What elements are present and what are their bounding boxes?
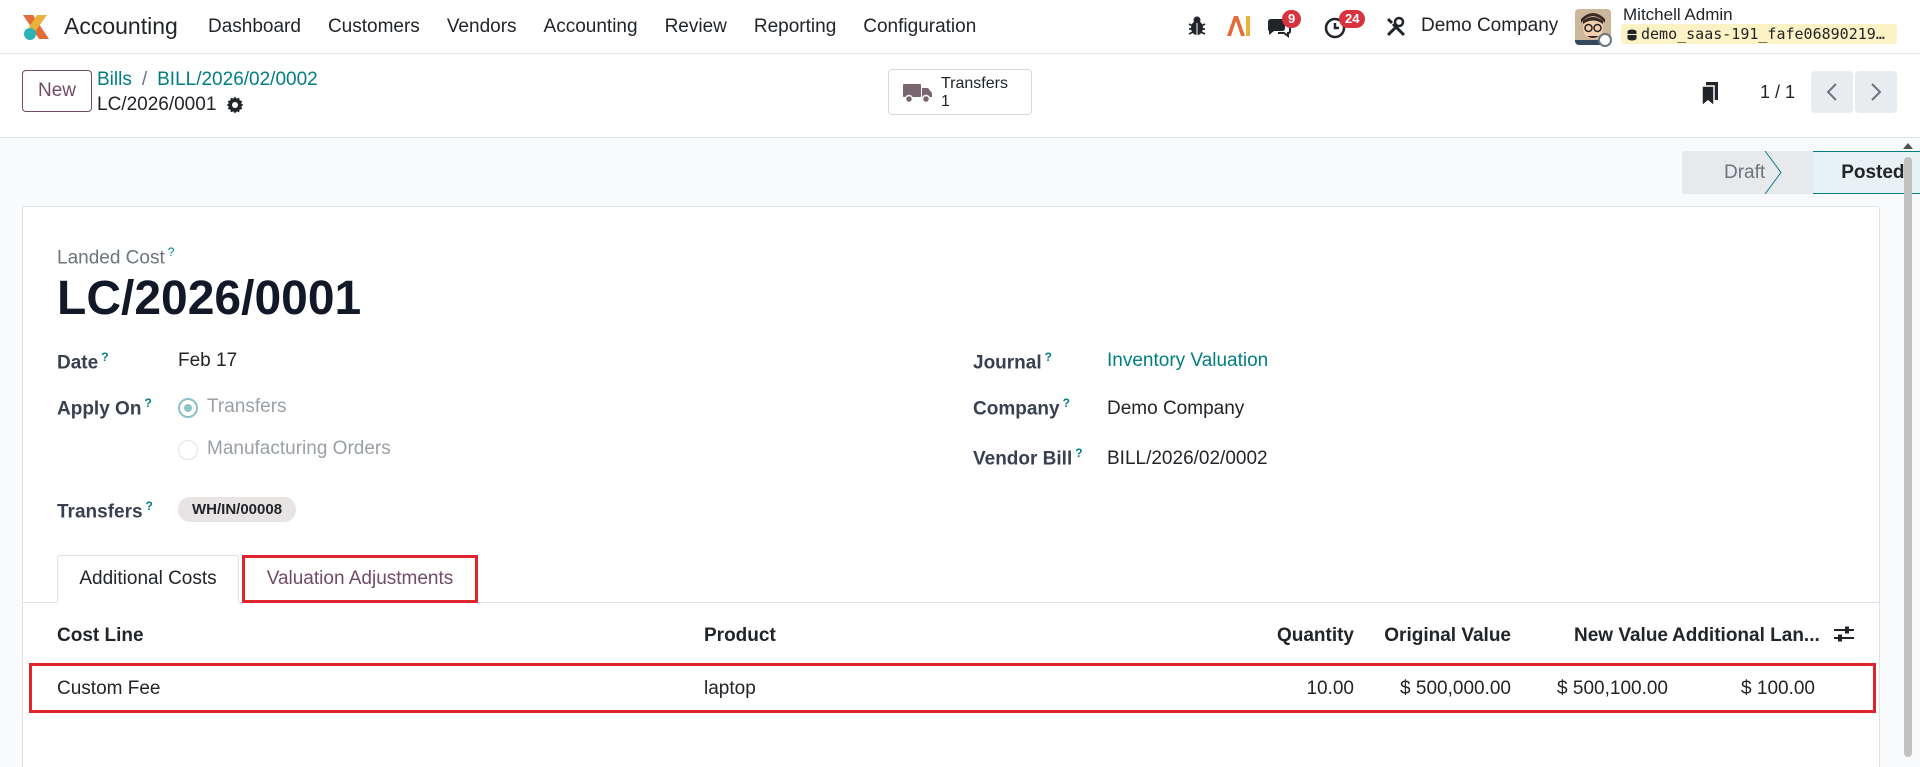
vendor-bill-label: Vendor Bill?	[973, 446, 1083, 470]
user-status-icon	[1598, 33, 1612, 47]
breadcrumb-separator: /	[141, 69, 148, 90]
help-tooltip[interactable]: ?	[1075, 446, 1082, 460]
pager-previous-button[interactable]	[1811, 71, 1853, 113]
cell-product[interactable]: laptop	[704, 678, 756, 700]
menu-dashboard[interactable]: Dashboard	[208, 16, 301, 38]
transfer-tag[interactable]: WH/IN/00008	[178, 497, 297, 522]
menu-configuration[interactable]: Configuration	[863, 16, 976, 38]
date-label: Date?	[57, 350, 109, 374]
database-name[interactable]: demo_saas-191_fafe06890219...	[1621, 24, 1897, 44]
menu-customers[interactable]: Customers	[328, 16, 420, 38]
ai-assistant-icon[interactable]	[1225, 14, 1251, 38]
record-heading: LC/2026/0001	[57, 272, 362, 325]
status-bar: Draft Posted	[1682, 151, 1920, 194]
apply-on-label-text: Apply On	[57, 398, 142, 420]
transfers-label: Transfers?	[57, 499, 153, 523]
record-type-text: Landed Cost	[57, 247, 165, 269]
column-quantity[interactable]: Quantity	[1277, 625, 1354, 647]
breadcrumb-bills[interactable]: Bills	[97, 69, 132, 90]
smart-button-count: 1	[941, 93, 950, 110]
company-label-text: Company	[973, 398, 1060, 420]
date-field[interactable]: Feb 17	[178, 350, 237, 372]
notebook-tabs: Additional Costs Valuation Adjustments	[23, 555, 1879, 603]
vendor-bill-label-text: Vendor Bill	[973, 448, 1073, 470]
app-name[interactable]: Accounting	[64, 13, 178, 40]
bookmark-icon[interactable]	[1700, 82, 1720, 106]
menu-vendors[interactable]: Vendors	[447, 16, 517, 38]
transfers-label-text: Transfers	[57, 501, 143, 523]
record-name: LC/2026/0001	[97, 94, 217, 115]
help-tooltip[interactable]: ?	[146, 499, 153, 513]
transfers-smart-button[interactable]: Transfers 1	[888, 69, 1032, 115]
breadcrumb: Bills / BILL/2026/02/0002	[97, 69, 318, 91]
breadcrumb-bill[interactable]: BILL/2026/02/0002	[157, 69, 318, 90]
company-switcher[interactable]: Demo Company	[1421, 15, 1558, 37]
truck-icon	[903, 84, 932, 104]
apply-on-transfers-label[interactable]: Transfers	[207, 396, 287, 418]
column-additional-landed-cost[interactable]: Additional Lan...	[1672, 625, 1820, 647]
main-menu: Dashboard Customers Vendors Accounting R…	[208, 0, 1003, 54]
vendor-bill-field[interactable]: BILL/2026/02/0002	[1107, 448, 1268, 470]
stage-draft[interactable]: Draft	[1682, 151, 1814, 194]
tools-icon[interactable]	[1385, 16, 1407, 38]
menu-accounting[interactable]: Accounting	[544, 16, 638, 38]
user-name[interactable]: Mitchell Admin	[1623, 5, 1733, 25]
scroll-up-arrow-icon[interactable]	[1902, 142, 1914, 150]
column-original-value[interactable]: Original Value	[1384, 625, 1511, 647]
menu-review[interactable]: Review	[665, 16, 727, 38]
pager-next-button[interactable]	[1855, 71, 1897, 113]
form-sheet: Landed Cost? LC/2026/0001 Date? Feb 17 A…	[22, 206, 1880, 767]
pager-value[interactable]: 1 / 1	[1760, 82, 1795, 103]
apply-on-transfers-radio[interactable]	[178, 398, 198, 418]
date-label-text: Date	[57, 352, 99, 374]
cell-additional-landed-cost[interactable]: $ 100.00	[1741, 678, 1815, 700]
help-tooltip[interactable]: ?	[1063, 396, 1070, 410]
apply-on-label: Apply On?	[57, 396, 152, 420]
scrollbar-thumb[interactable]	[1904, 157, 1912, 757]
cell-original-value[interactable]: $ 500,000.00	[1400, 678, 1511, 700]
menu-reporting[interactable]: Reporting	[754, 16, 836, 38]
gear-icon[interactable]	[226, 96, 244, 114]
apply-on-manufacturing-label[interactable]: Manufacturing Orders	[207, 438, 391, 460]
chevron-left-icon	[1826, 83, 1837, 101]
company-field[interactable]: Demo Company	[1107, 398, 1244, 420]
help-tooltip[interactable]: ?	[168, 245, 175, 259]
messages-badge: 9	[1282, 10, 1302, 28]
column-cost-line[interactable]: Cost Line	[57, 625, 144, 647]
help-tooltip[interactable]: ?	[101, 350, 108, 364]
cell-cost-line[interactable]: Custom Fee	[57, 678, 160, 700]
debug-bug-icon[interactable]	[1187, 15, 1207, 37]
apply-on-manufacturing-radio[interactable]	[178, 440, 198, 460]
accounting-app-icon[interactable]	[20, 11, 52, 43]
tab-valuation-adjustments[interactable]: Valuation Adjustments	[242, 555, 478, 603]
journal-field[interactable]: Inventory Valuation	[1107, 350, 1268, 372]
record-title: LC/2026/0001	[97, 94, 244, 116]
cell-new-value[interactable]: $ 500,100.00	[1557, 678, 1668, 700]
help-tooltip[interactable]: ?	[1045, 350, 1052, 364]
new-button[interactable]: New	[22, 70, 92, 112]
smart-button-label: Transfers	[941, 75, 1008, 92]
journal-label-text: Journal	[973, 352, 1042, 374]
cell-quantity[interactable]: 10.00	[1306, 678, 1354, 700]
tab-additional-costs[interactable]: Additional Costs	[57, 555, 239, 603]
help-tooltip[interactable]: ?	[144, 396, 151, 410]
company-label: Company?	[973, 396, 1070, 420]
journal-label: Journal?	[973, 350, 1052, 374]
stage-arrow-icon	[1764, 151, 1782, 194]
top-navbar: Accounting Dashboard Customers Vendors A…	[0, 0, 1920, 54]
chevron-right-icon	[1871, 83, 1882, 101]
control-panel: New Bills / BILL/2026/02/0002 LC/2026/0001…	[0, 54, 1920, 138]
column-new-value[interactable]: New Value	[1574, 625, 1668, 647]
column-settings-icon[interactable]	[1833, 625, 1855, 643]
activities-badge: 24	[1339, 10, 1366, 28]
column-product[interactable]: Product	[704, 625, 776, 647]
record-type-label: Landed Cost?	[57, 245, 174, 269]
database-icon	[1627, 29, 1637, 41]
